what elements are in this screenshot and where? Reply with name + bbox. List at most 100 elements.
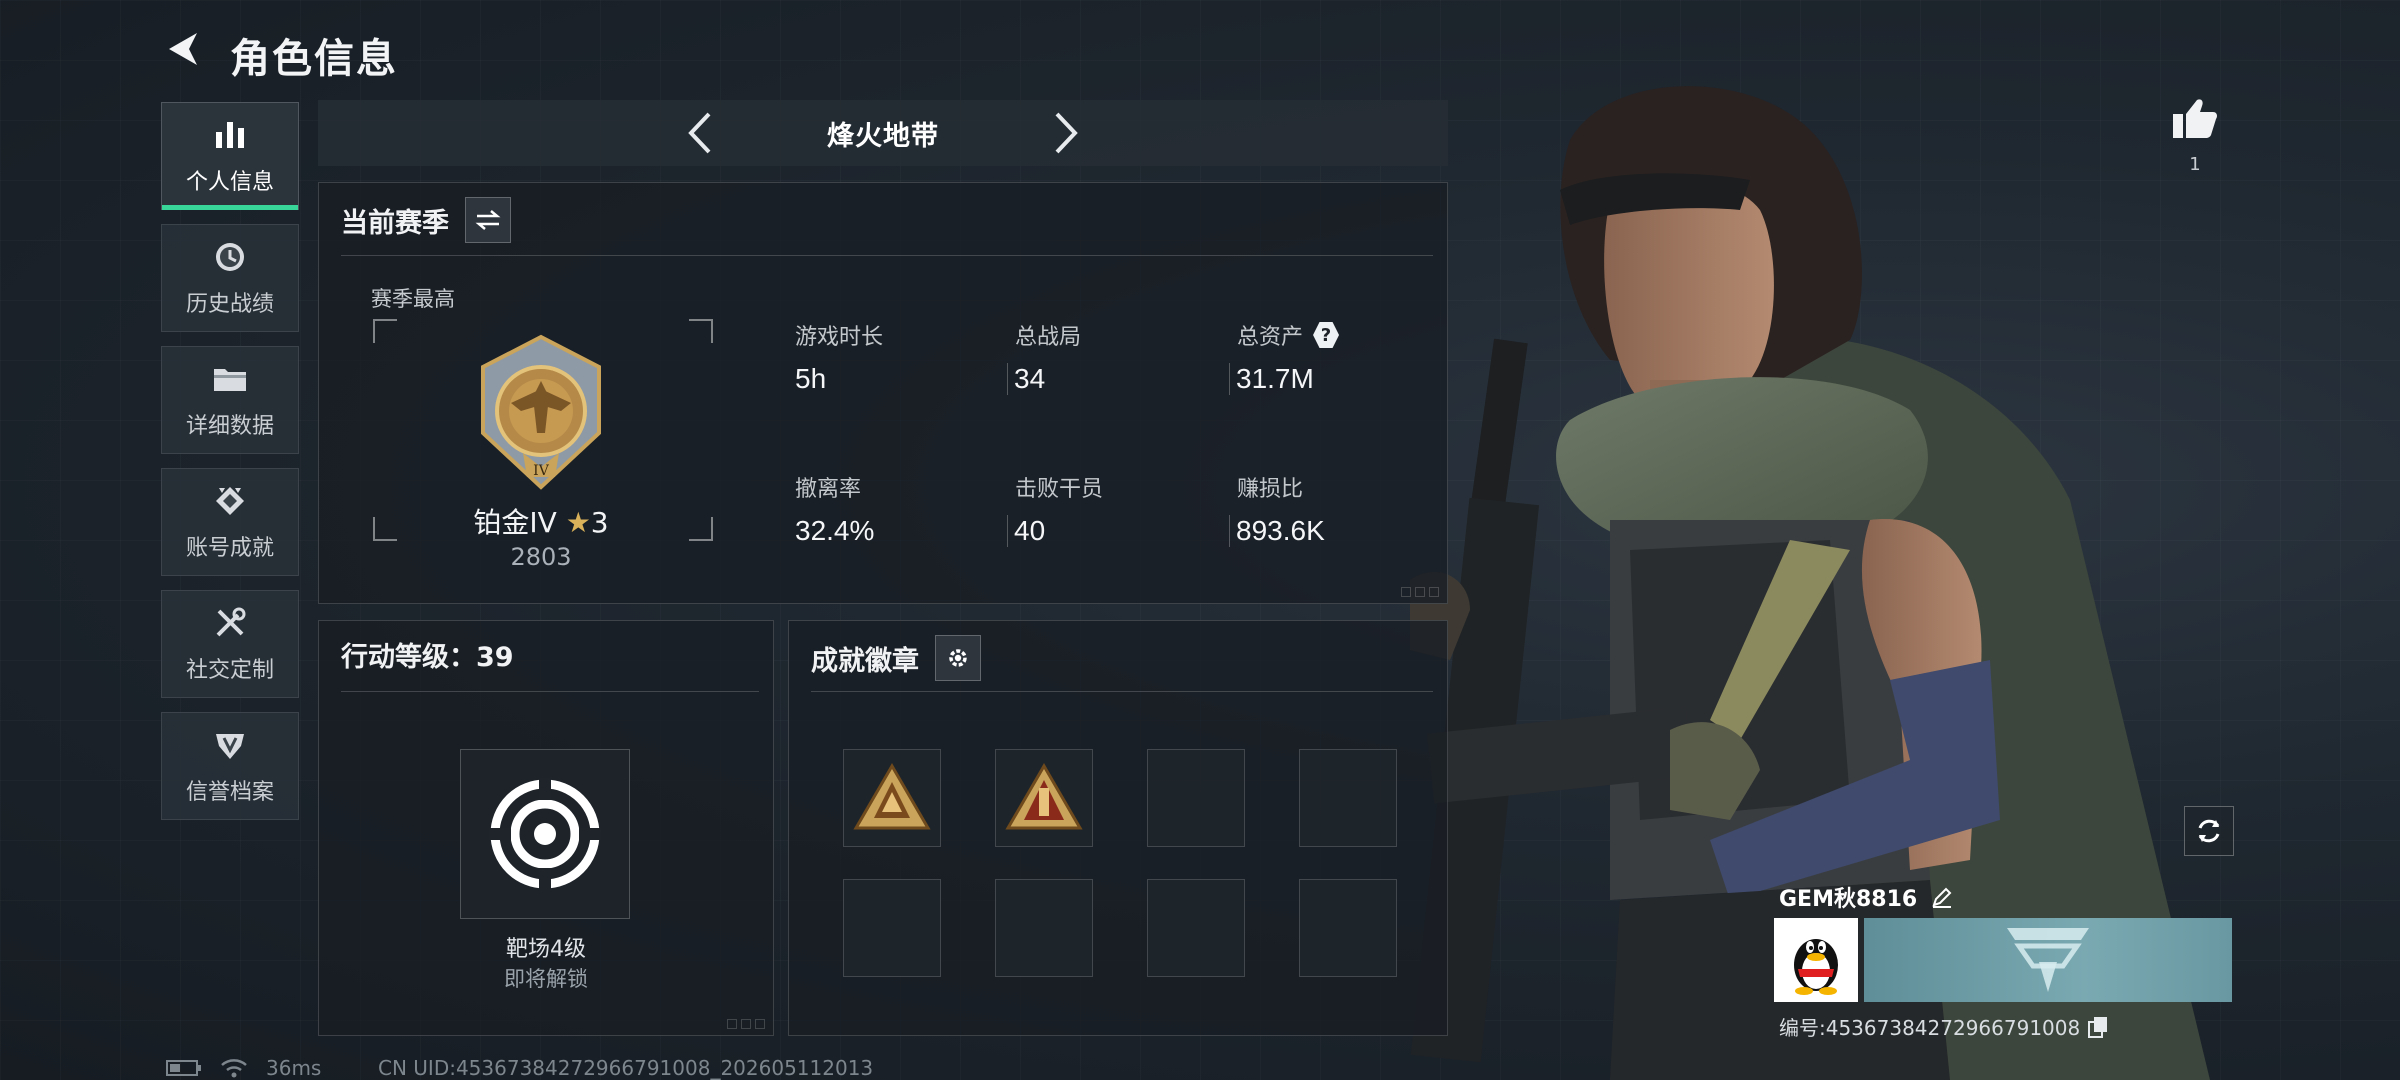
- stat-profit-loss: 赚损比 893.6K: [1229, 471, 1447, 547]
- rank-stars: 3: [590, 506, 609, 539]
- qq-penguin-icon: [1794, 939, 1838, 995]
- season-panel: 当前赛季 赛季最高 IV 铂金IV ★3 2803 游戏时长 5h 总战局 34: [318, 182, 1448, 604]
- stat-label: 击败干员: [1015, 477, 1104, 502]
- badge-slot-empty[interactable]: [1299, 879, 1397, 977]
- badge-slot-empty[interactable]: [995, 879, 1093, 977]
- stat-value: 40: [1007, 515, 1225, 547]
- player-id-row: 编号:4536738427296679100​8: [1779, 1012, 2108, 1041]
- ping: 36ms: [266, 1056, 322, 1080]
- stat-value: 5h: [795, 363, 827, 394]
- nav-item-social-custom[interactable]: 社交定制: [161, 590, 299, 698]
- badges-panel: 成就徽章: [788, 620, 1448, 1036]
- player-name: GEM秋8816: [1779, 887, 1918, 912]
- tools-icon: [211, 604, 249, 642]
- mode-prev-button[interactable]: [676, 110, 722, 156]
- stat-operators-defeated: 击败干员 40: [1007, 471, 1225, 547]
- refresh-button[interactable]: [2184, 806, 2234, 856]
- chevron-left-icon: [688, 112, 711, 154]
- edit-pencil-icon[interactable]: [1931, 886, 1953, 908]
- season-best-label: 赛季最高: [371, 287, 455, 311]
- action-header: 行动等级：39: [341, 635, 759, 674]
- stat-value: 893.6K: [1229, 515, 1447, 547]
- refresh-icon: [2198, 819, 2220, 843]
- badge-slot[interactable]: [995, 749, 1093, 847]
- stat-value: 32.4%: [795, 515, 875, 546]
- action-heading: 行动等级：39: [341, 642, 514, 673]
- like-area: 1: [2165, 96, 2225, 175]
- achievement-icon: [211, 482, 249, 520]
- badges-heading: 成就徽章: [811, 645, 919, 677]
- divider: [811, 691, 1433, 692]
- nav-label: 社交定制: [185, 658, 274, 683]
- range-level-name: 靶场4级: [506, 937, 586, 962]
- badges-header: 成就徽章: [811, 635, 1433, 681]
- corner-decoration: [727, 1019, 765, 1029]
- stat-value: 34: [1007, 363, 1225, 395]
- nav-label: 详细数据: [185, 414, 274, 439]
- achievement-badge-icon: [1005, 763, 1083, 830]
- svg-text:IV: IV: [533, 463, 550, 479]
- badges-settings-button[interactable]: [935, 635, 981, 681]
- range-unlock-status: 即将解锁: [504, 967, 588, 991]
- season-switch-button[interactable]: [465, 197, 511, 243]
- thumbs-up-icon[interactable]: [2171, 96, 2219, 140]
- mode-title: 烽火地带: [827, 120, 939, 152]
- badge-slot-empty[interactable]: [1147, 749, 1245, 847]
- like-count: 1: [2189, 154, 2201, 175]
- badge-slot-empty[interactable]: [1147, 879, 1245, 977]
- action-level-panel: 行动等级：39 靶场4级 即将解锁: [318, 620, 774, 1036]
- faction-logo-icon: [2007, 928, 2089, 992]
- stat-label: 游戏时长: [795, 325, 884, 350]
- nav-item-credit-record[interactable]: 信誉档案: [161, 712, 299, 820]
- stat-total-assets: 总资产 ? 31.7M: [1229, 319, 1447, 395]
- badge-slot-empty[interactable]: [1299, 749, 1397, 847]
- gear-icon: [949, 649, 967, 667]
- name-card[interactable]: [1864, 918, 2232, 1002]
- wifi-icon: [221, 1059, 247, 1078]
- nav-label: 历史战绩: [185, 292, 274, 317]
- rank-name: 铂金IV: [473, 506, 557, 539]
- nav-item-detail-data[interactable]: 详细数据: [161, 346, 299, 454]
- target-icon: [489, 778, 601, 890]
- mode-next-button[interactable]: [1044, 110, 1090, 156]
- copy-icon[interactable]: [2088, 1016, 2108, 1038]
- badge-slot-empty[interactable]: [843, 879, 941, 977]
- nav-item-personal-info[interactable]: 个人信息: [161, 102, 299, 210]
- uid-line: CN UID:4536738427296679100​8_20260511201…: [378, 1056, 874, 1080]
- bar-chart-icon: [211, 116, 249, 154]
- side-nav: 个人信息 历史战绩 详细数据 账号成就 社交定制 信誉档案: [161, 102, 299, 834]
- range-unlock-item[interactable]: [460, 749, 630, 919]
- credit-shield-icon: [211, 726, 249, 764]
- platinum-rank-emblem-icon: IV: [481, 334, 601, 490]
- qq-avatar[interactable]: [1774, 918, 1858, 1002]
- back-arrow-icon: [169, 33, 197, 65]
- status-bar: 36ms: [166, 1056, 321, 1080]
- back-button[interactable]: [158, 24, 208, 74]
- page-title: 角色信息: [230, 36, 398, 82]
- achievement-badge-icon: [853, 763, 931, 830]
- badge-slot[interactable]: [843, 749, 941, 847]
- stat-label: 赚损比: [1237, 477, 1304, 502]
- stat-label: 撤离率: [795, 477, 862, 502]
- clock-icon: [211, 238, 249, 276]
- help-icon[interactable]: ?: [1313, 322, 1340, 348]
- player-id: 编号:4536738427296679100​8: [1779, 1016, 2081, 1040]
- folder-icon: [211, 360, 249, 398]
- mode-selector: 烽火地带: [318, 100, 1448, 166]
- star-icon: ★: [565, 506, 591, 539]
- nav-item-achievements[interactable]: 账号成就: [161, 468, 299, 576]
- chevron-right-icon: [1055, 112, 1078, 154]
- stat-play-time: 游戏时长 5h: [795, 319, 1005, 395]
- nav-label: 账号成就: [185, 536, 274, 561]
- stat-extract-rate: 撤离率 32.4%: [795, 471, 1005, 547]
- rank-score: 2803: [510, 543, 572, 571]
- stat-total-matches: 总战局 34: [1007, 319, 1225, 395]
- nav-label: 个人信息: [185, 170, 274, 195]
- season-header: 当前赛季: [341, 197, 1433, 243]
- player-name-row: GEM秋8816: [1779, 881, 1953, 913]
- season-heading: 当前赛季: [341, 207, 449, 239]
- divider: [341, 255, 1433, 256]
- nav-label: 信誉档案: [185, 780, 274, 805]
- nav-item-history[interactable]: 历史战绩: [161, 224, 299, 332]
- corner-decoration: [1401, 587, 1439, 597]
